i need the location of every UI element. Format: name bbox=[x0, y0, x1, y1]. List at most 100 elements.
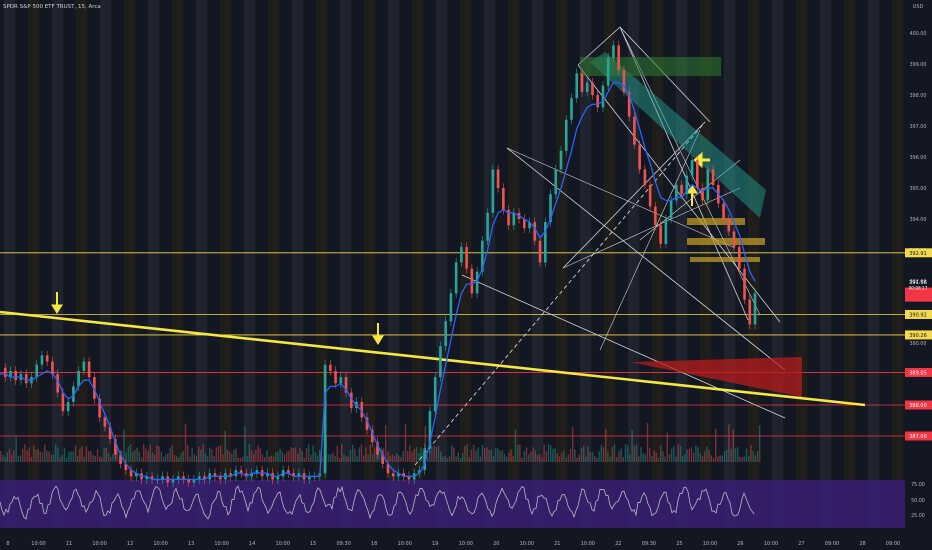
time-tick: 10:00 bbox=[764, 541, 778, 547]
volume-bar bbox=[732, 429, 734, 462]
session-band bbox=[868, 0, 880, 528]
volume-bar bbox=[68, 451, 70, 462]
price-tick: 396.00 bbox=[910, 155, 927, 161]
candle-body bbox=[35, 364, 39, 378]
volume-bar bbox=[583, 445, 585, 462]
price-tick: 390.00 bbox=[910, 341, 927, 347]
candle-body bbox=[580, 73, 584, 92]
demand-zone[interactable] bbox=[690, 257, 760, 262]
volume-bar bbox=[508, 452, 510, 462]
demand-zone[interactable] bbox=[687, 218, 745, 225]
volume-bar bbox=[497, 448, 499, 462]
volume-bar bbox=[77, 455, 79, 462]
volume-bar bbox=[673, 446, 675, 462]
price-chart[interactable]: 400.00 399.00 398.00 397.00 396.00 395.00 394.… bbox=[0, 0, 932, 550]
volume-bar bbox=[17, 456, 19, 462]
volume-bar bbox=[261, 454, 264, 462]
candle-body bbox=[486, 212, 489, 241]
session-band bbox=[172, 0, 184, 528]
volume-bar bbox=[490, 450, 492, 462]
volume-bar bbox=[517, 445, 519, 462]
volume-bar bbox=[99, 456, 101, 462]
volume-bar bbox=[264, 457, 266, 462]
volume-bar bbox=[530, 451, 532, 462]
volume-bar bbox=[499, 450, 501, 462]
candle-body bbox=[334, 370, 337, 384]
volume-bar bbox=[173, 454, 176, 462]
candle-body bbox=[680, 184, 683, 195]
volume-bar bbox=[690, 447, 693, 462]
candle-body bbox=[669, 200, 673, 219]
volume-bar bbox=[409, 445, 411, 462]
volume-bar bbox=[605, 428, 607, 462]
volume-bar bbox=[94, 456, 96, 462]
volume-bar bbox=[26, 450, 28, 462]
volume-bar bbox=[558, 456, 561, 462]
volume-bar bbox=[660, 445, 662, 462]
volume-bar bbox=[81, 446, 83, 462]
session-band bbox=[748, 0, 760, 528]
volume-bar bbox=[477, 447, 479, 462]
volume-bar bbox=[83, 456, 85, 462]
volume-bar bbox=[193, 454, 195, 462]
volume-bar bbox=[457, 452, 459, 462]
volume-bar bbox=[514, 429, 517, 462]
supply-zone[interactable] bbox=[580, 57, 721, 76]
volume-bar bbox=[345, 456, 347, 462]
volume-bar bbox=[250, 450, 253, 462]
volume-bar bbox=[572, 427, 574, 462]
price-axis[interactable] bbox=[905, 0, 932, 550]
candle-body bbox=[559, 150, 563, 170]
volume-bar bbox=[638, 456, 640, 462]
price-tick: 398.00 bbox=[910, 93, 927, 99]
volume-bar bbox=[455, 456, 457, 462]
volume-bar bbox=[404, 424, 407, 462]
volume-bar bbox=[631, 430, 633, 462]
volume-bar bbox=[112, 453, 114, 462]
volume-bar bbox=[242, 456, 244, 462]
volume-bar bbox=[294, 447, 297, 462]
volume-bar bbox=[598, 451, 600, 462]
volume-bar bbox=[706, 446, 708, 462]
volume-bar bbox=[484, 448, 486, 462]
session-band bbox=[796, 0, 808, 528]
volume-bar bbox=[644, 454, 646, 462]
volume-bar bbox=[545, 451, 547, 462]
candle-body bbox=[570, 98, 573, 120]
volume-bar bbox=[28, 447, 30, 462]
volume-bar bbox=[492, 456, 495, 462]
volume-bar bbox=[37, 448, 39, 462]
volume-bar bbox=[402, 450, 404, 462]
level-label: 388.00 bbox=[909, 403, 927, 409]
volume-bar bbox=[596, 457, 598, 462]
level-label: 390.26 bbox=[909, 333, 927, 339]
volume-bar bbox=[541, 457, 543, 462]
demand-zone[interactable] bbox=[687, 238, 765, 245]
candle-body bbox=[638, 144, 641, 170]
volume-bar bbox=[349, 450, 352, 462]
session-band bbox=[892, 0, 904, 528]
volume-bar bbox=[341, 444, 343, 462]
volume-bar bbox=[11, 454, 13, 462]
candle-body bbox=[449, 293, 453, 322]
volume-bar bbox=[627, 445, 629, 462]
volume-bar bbox=[620, 448, 622, 462]
candle-body bbox=[470, 268, 474, 294]
candle-body bbox=[654, 206, 657, 226]
volume-bar bbox=[523, 451, 525, 462]
volume-bar bbox=[642, 453, 644, 462]
volume-bar bbox=[176, 456, 178, 462]
time-tick: 11 bbox=[66, 541, 72, 547]
volume-bar bbox=[519, 444, 521, 462]
volume-bar bbox=[206, 456, 209, 462]
volume-bar bbox=[512, 455, 514, 462]
volume-bar bbox=[316, 455, 319, 462]
level-label: 387.00 bbox=[909, 434, 927, 440]
volume-bar bbox=[451, 445, 453, 462]
volume-bar bbox=[297, 454, 299, 462]
oscillator-axis-ticks: 75.00 50.00 25.00 bbox=[911, 482, 925, 519]
time-tick: 14 bbox=[249, 541, 255, 547]
volume-bar bbox=[400, 456, 402, 462]
volume-bar bbox=[675, 456, 677, 462]
volume-bar bbox=[35, 449, 37, 462]
